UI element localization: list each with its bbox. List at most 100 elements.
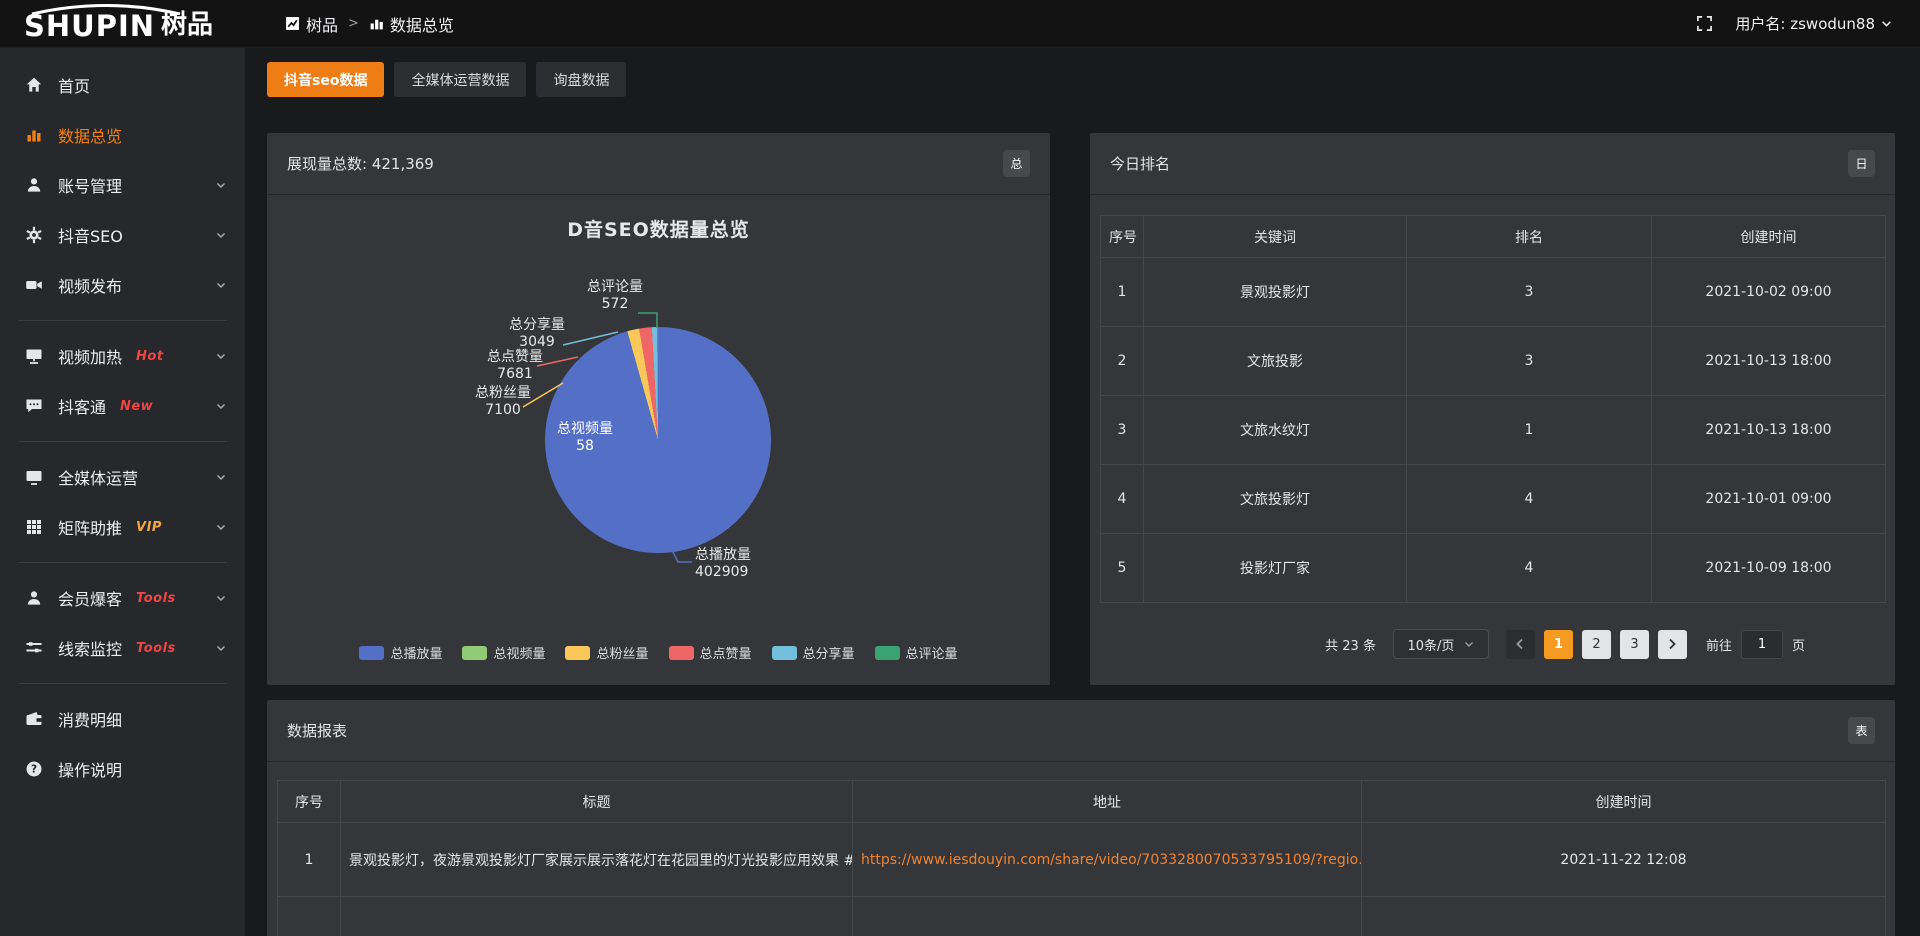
sidebar-item-label: 全媒体运营: [58, 465, 138, 489]
sidebar-item-home[interactable]: 首页: [0, 60, 245, 110]
tab-inquiry-data[interactable]: 询盘数据: [536, 62, 626, 97]
chevron-down-icon: [215, 521, 227, 533]
sidebar-divider: [18, 562, 227, 563]
chevron-down-icon: [215, 400, 227, 412]
sidebar-item-label: 操作说明: [58, 757, 122, 781]
cell-keyword: 文旅投影: [1144, 327, 1407, 396]
legend-item[interactable]: 总视频量: [462, 643, 545, 662]
pie-label-likes: 总点赞量7681: [467, 349, 563, 383]
top-panels-row: 展现量总数: 421,369 总 D音SEO数据量总览 总评论量572: [267, 133, 1895, 685]
pie-label-videos: 总视频量58: [530, 421, 640, 455]
monitor-play-icon: [24, 346, 44, 366]
svg-text:?: ?: [31, 764, 37, 776]
legend-label: 总评论量: [906, 643, 958, 662]
sidebar-item-account[interactable]: 账号管理: [0, 160, 245, 210]
day-badge-button[interactable]: 日: [1848, 150, 1875, 177]
chevron-right-icon: [1667, 638, 1677, 650]
cell-index: 1: [1101, 258, 1144, 327]
legend-color-chip: [772, 646, 797, 660]
chevron-down-icon: [215, 350, 227, 362]
sidebar-item-label: 首页: [58, 73, 90, 97]
user-menu[interactable]: 用户名: zswodun88: [1735, 13, 1892, 34]
page-button-1[interactable]: 1: [1544, 630, 1573, 659]
breadcrumb-item-home[interactable]: 树品: [285, 12, 338, 36]
prev-page-button[interactable]: [1506, 630, 1535, 659]
tab-douyin-seo-data[interactable]: 抖音seo数据: [267, 62, 384, 97]
chevron-down-icon: [215, 279, 227, 291]
legend-item[interactable]: 总点赞量: [669, 643, 752, 662]
sidebar-item-help[interactable]: ? 操作说明: [0, 744, 245, 794]
legend-color-chip: [669, 646, 694, 660]
logo-arc-decoration: [26, 3, 186, 15]
next-page-button[interactable]: [1658, 630, 1687, 659]
total-badge-button[interactable]: 总: [1003, 150, 1030, 177]
sidebar-divider: [18, 683, 227, 684]
tab-all-media-data[interactable]: 全媒体运营数据: [394, 62, 526, 97]
legend-color-chip: [462, 646, 487, 660]
cell-title: [341, 897, 853, 936]
video-url-link[interactable]: https://www.iesdouyin.com/share/video/70…: [861, 852, 1362, 868]
sidebar-item-all-media[interactable]: 全媒体运营: [0, 452, 245, 502]
sidebar-item-leads-monitor[interactable]: 线索监控 Tools: [0, 623, 245, 673]
table-badge-button[interactable]: 表: [1848, 717, 1875, 744]
sidebar-item-member-baoke[interactable]: 会员爆客 Tools: [0, 573, 245, 623]
sidebar-item-video-publish[interactable]: 视频发布: [0, 260, 245, 310]
seo-overview-panel: 展现量总数: 421,369 总 D音SEO数据量总览 总评论量572: [267, 133, 1050, 685]
cell-keyword: 文旅水纹灯: [1144, 396, 1407, 465]
pie-label-fans: 总粉丝量7100: [455, 385, 551, 419]
legend-item[interactable]: 总粉丝量: [565, 643, 648, 662]
goto-page-input[interactable]: [1741, 630, 1783, 659]
sidebar-item-expense-detail[interactable]: 消费明细: [0, 694, 245, 744]
sidebar-item-label: 账号管理: [58, 173, 122, 197]
impressions-total-stat: 展现量总数: 421,369: [287, 153, 434, 174]
page-size-select[interactable]: 10条/页: [1393, 629, 1489, 659]
table-row: 4 文旅投影灯 4 2021-10-01 09:00: [1101, 465, 1886, 534]
legend-item[interactable]: 总分享量: [772, 643, 855, 662]
page-size-value: 10条/页: [1408, 635, 1455, 654]
cell-keyword: 景观投影灯: [1144, 258, 1407, 327]
rank-panel-title: 今日排名: [1110, 153, 1170, 174]
chevron-down-icon: [215, 229, 227, 241]
sidebar-divider: [18, 320, 227, 321]
breadcrumb-label: 树品: [306, 12, 338, 36]
sidebar-item-label: 视频加热: [58, 344, 122, 368]
sidebar-item-video-heat[interactable]: 视频加热 Hot: [0, 331, 245, 381]
sidebar-item-douyin-seo[interactable]: 抖音SEO: [0, 210, 245, 260]
sidebar-item-data-overview[interactable]: 数据总览: [0, 110, 245, 160]
cell-rank: 3: [1407, 327, 1652, 396]
sidebar-item-label: 消费明细: [58, 707, 122, 731]
chevron-down-icon: [215, 179, 227, 191]
col-header: 创建时间: [1362, 781, 1886, 823]
legend-color-chip: [875, 646, 900, 660]
sidebar-item-label: 数据总览: [58, 123, 122, 147]
table-row: 1 景观投影灯 3 2021-10-02 09:00: [1101, 258, 1886, 327]
legend-item[interactable]: 总评论量: [875, 643, 958, 662]
question-circle-icon: ?: [24, 759, 44, 779]
sidebar-item-matrix-boost[interactable]: 矩阵助推 VIP: [0, 502, 245, 552]
breadcrumb-item-current[interactable]: 数据总览: [369, 12, 454, 36]
rank-panel-header: 今日排名 日: [1090, 133, 1895, 195]
data-report-panel: 数据报表 表 序号 标题 地址 创建时间 1 景观投影灯，夜游景观投影灯厂: [267, 700, 1895, 936]
sidebar: 首页 数据总览 账号管理 抖音SEO 视频发布 视频加热 Hot: [0, 48, 245, 936]
col-header: 地址: [853, 781, 1362, 823]
new-badge: New: [120, 399, 153, 414]
fullscreen-icon[interactable]: [1696, 15, 1713, 32]
breadcrumb-separator: >: [348, 16, 359, 31]
sidebar-item-label: 会员爆客: [58, 586, 122, 610]
col-header: 创建时间: [1652, 216, 1886, 258]
legend-item[interactable]: 总播放量: [359, 643, 442, 662]
breadcrumb: 树品 > 数据总览: [285, 12, 454, 36]
cell-created: 2021-10-02 09:00: [1652, 258, 1886, 327]
cell-index: 2: [1101, 327, 1144, 396]
cell-index: [278, 897, 341, 936]
wallet-icon: [24, 709, 44, 729]
page-button-3[interactable]: 3: [1620, 630, 1649, 659]
sidebar-item-douketong[interactable]: 抖客通 New: [0, 381, 245, 431]
cell-rank: 1: [1407, 396, 1652, 465]
tools-badge: Tools: [136, 641, 176, 656]
legend-color-chip: [359, 646, 384, 660]
page-button-2[interactable]: 2: [1582, 630, 1611, 659]
cell-keyword: 投影灯厂家: [1144, 534, 1407, 603]
col-header: 关键词: [1144, 216, 1407, 258]
legend-label: 总粉丝量: [596, 643, 648, 662]
